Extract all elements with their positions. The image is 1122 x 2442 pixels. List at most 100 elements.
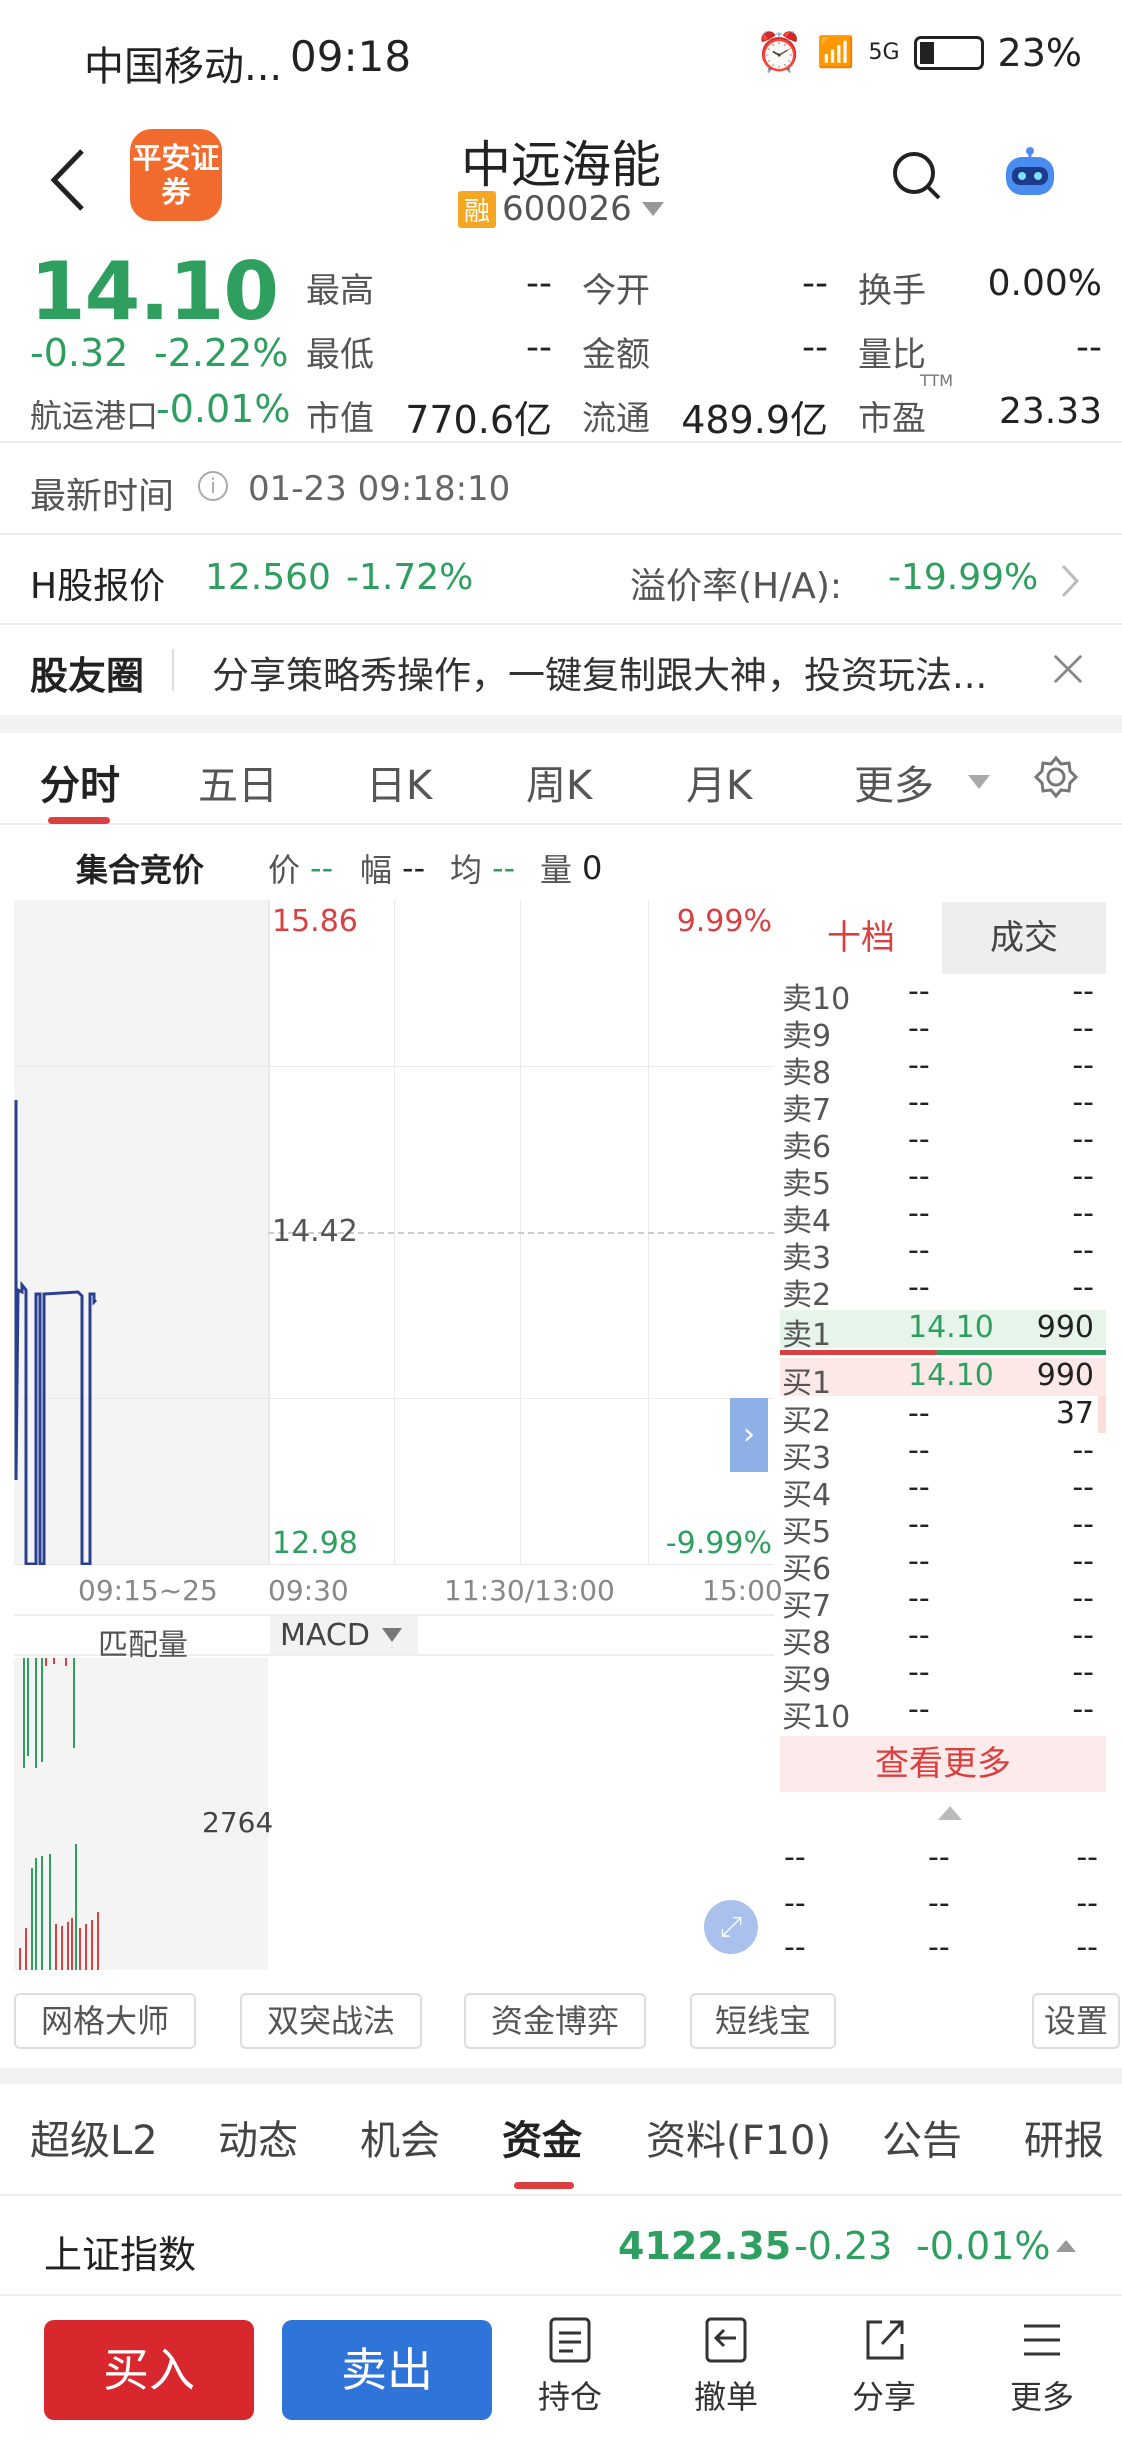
- sell-row-2[interactable]: 卖2 -- --: [780, 1270, 1106, 1313]
- premium-label: 溢价率(H/A):: [630, 566, 843, 607]
- sell-row-3[interactable]: 卖3 -- --: [780, 1233, 1106, 1276]
- sector-label[interactable]: 航运港口: [30, 391, 158, 437]
- tab-research[interactable]: 研报: [1024, 2108, 1104, 2166]
- info-icon[interactable]: i: [198, 471, 228, 501]
- nav-holdings[interactable]: 持仓: [520, 2316, 620, 2436]
- stat-average: 均 --: [450, 849, 516, 889]
- quote-field-low: 最低 --: [306, 327, 552, 375]
- buy-button[interactable]: 买入: [44, 2320, 254, 2420]
- buy-row-10[interactable]: 买10 -- --: [780, 1692, 1106, 1735]
- buy-row-3[interactable]: 买3 -- --: [780, 1433, 1106, 1476]
- robot-assistant-icon[interactable]: [1000, 145, 1060, 201]
- sell-row-1[interactable]: 卖1 14.10 990: [780, 1310, 1106, 1353]
- nav-cancel-order[interactable]: 撤单: [676, 2316, 776, 2436]
- chevron-right-icon: [1061, 564, 1080, 598]
- divider: [172, 649, 174, 691]
- buy-row-5[interactable]: 买5 -- --: [780, 1507, 1106, 1550]
- buy-row-1[interactable]: 买1 14.10 990: [780, 1358, 1106, 1401]
- stat-price: 价 --: [268, 849, 334, 889]
- sell-row-8[interactable]: 卖8 -- --: [780, 1048, 1106, 1091]
- action-bar: 买入 卖出 持仓 撤单 分享 更多: [0, 2296, 1122, 2442]
- trade-row: -- -- --: [784, 1840, 1098, 1875]
- quote-panel: 14.10 -0.32 -2.22% 航运港口 -0.01% 最高 -- 今开 …: [0, 245, 1122, 443]
- quote-field-float-cap: 流通 489.9亿: [582, 398, 828, 442]
- sell-row-5[interactable]: 卖5 -- --: [780, 1159, 1106, 1202]
- stock-code-selector[interactable]: 融 600026: [458, 189, 664, 229]
- tool-capital-game[interactable]: 资金博弈: [464, 1993, 646, 2049]
- quote-field-market-cap: 市值 770.6亿: [306, 398, 552, 442]
- nav-share[interactable]: 分享: [834, 2316, 934, 2436]
- tool-settings[interactable]: 设置: [1032, 1993, 1120, 2049]
- quote-field-pe: 市盈 TTM 23.33: [858, 371, 1102, 439]
- quote-field-high: 最高 --: [306, 263, 552, 311]
- buy-row-8[interactable]: 买8 -- --: [780, 1618, 1106, 1661]
- quote-field-amount: 金额 --: [582, 327, 828, 375]
- tab-daily-k[interactable]: 日K: [366, 753, 432, 811]
- stock-header: 平安证券 中远海能 融 600026: [0, 115, 1122, 245]
- status-icons: ⏰ 📶 5G 23%: [756, 30, 1082, 75]
- tab-more[interactable]: 更多: [854, 753, 934, 811]
- tab-active-indicator: [514, 2182, 574, 2189]
- intraday-chart[interactable]: 15.86 9.99% 14.42 12.98 -9.99% ›: [14, 900, 774, 1565]
- latest-time-value: 01-23 09:18:10: [248, 469, 511, 509]
- index-pct: -0.01%: [916, 2224, 1051, 2268]
- tool-short-line[interactable]: 短线宝: [690, 1993, 836, 2049]
- premium-value: -19.99%: [888, 557, 1039, 598]
- tab-super-l2[interactable]: 超级L2: [30, 2108, 158, 2166]
- sell-row-10[interactable]: 卖10 -- --: [780, 974, 1106, 1017]
- tab-opportunity[interactable]: 机会: [360, 2108, 440, 2166]
- buy-row-2[interactable]: 买2 -- 37: [780, 1396, 1106, 1439]
- expand-orderbook-button[interactable]: ›: [730, 1398, 768, 1472]
- tab-five-day[interactable]: 五日: [198, 753, 278, 811]
- quote-field-open: 今开 --: [582, 263, 828, 311]
- close-icon[interactable]: [1052, 653, 1084, 685]
- fullscreen-icon[interactable]: ⤢: [704, 1900, 758, 1954]
- nav-more[interactable]: 更多: [992, 2316, 1092, 2436]
- trade-row: -- -- --: [784, 1930, 1098, 1965]
- chart-time-axis: 09:15~25 09:30 11:30/13:00 15:00: [78, 1574, 783, 1607]
- index-value: 4122.35: [618, 2224, 792, 2268]
- price-change: -0.32: [30, 331, 129, 375]
- stat-volume: 量0: [540, 849, 603, 889]
- sell-row-6[interactable]: 卖6 -- --: [780, 1122, 1106, 1165]
- alarm-icon: ⏰: [755, 30, 804, 74]
- view-more-button[interactable]: 查看更多: [780, 1736, 1106, 1792]
- settings-gear-icon[interactable]: [1034, 755, 1078, 799]
- tab-news[interactable]: 动态: [218, 2108, 298, 2166]
- search-icon[interactable]: [890, 149, 942, 201]
- spread-divider: [780, 1350, 1106, 1355]
- tab-intraday[interactable]: 分时: [40, 753, 120, 811]
- buy-row-9[interactable]: 买9 -- --: [780, 1655, 1106, 1698]
- h-share-label: H股报价: [30, 566, 166, 607]
- h-share-row[interactable]: H股报价 12.560 -1.72% 溢价率(H/A): -19.99%: [0, 535, 1122, 625]
- sell-row-4[interactable]: 卖4 -- --: [780, 1196, 1106, 1239]
- tab-capital[interactable]: 资金: [502, 2108, 582, 2166]
- sell-button[interactable]: 卖出: [282, 2320, 492, 2420]
- index-ticker[interactable]: 上证指数 4122.35 -0.23 -0.01%: [0, 2200, 1122, 2296]
- trade-row: -- -- --: [784, 1886, 1098, 1921]
- buy-row-7[interactable]: 买7 -- --: [780, 1581, 1106, 1624]
- orderbook-tab-trades[interactable]: 成交: [942, 902, 1106, 974]
- sell-row-7[interactable]: 卖7 -- --: [780, 1085, 1106, 1128]
- chart-stats-row: 集合竞价 价 -- 幅 -- 均 -- 量0: [0, 827, 780, 899]
- section-gap: [0, 2068, 1122, 2084]
- chart-low-pct: -9.99%: [665, 1526, 772, 1561]
- community-row[interactable]: 股友圈 分享策略秀操作，一键复制跟大神，投资玩法...: [0, 625, 1122, 715]
- tab-f10[interactable]: 资料(F10): [646, 2108, 831, 2166]
- tab-weekly-k[interactable]: 周K: [526, 753, 592, 811]
- volume-header: 匹配量 MACD: [14, 1614, 774, 1663]
- price-change-percent: -2.22%: [154, 331, 289, 375]
- sell-row-9[interactable]: 卖9 -- --: [780, 1011, 1106, 1054]
- orderbook-tab-ten[interactable]: 十档: [780, 902, 942, 974]
- clock: 09:18: [290, 32, 412, 81]
- buy-row-6[interactable]: 买6 -- --: [780, 1544, 1106, 1587]
- buy-row-4[interactable]: 买4 -- --: [780, 1470, 1106, 1513]
- tool-double-breakout[interactable]: 双突战法: [240, 1993, 422, 2049]
- tab-announcements[interactable]: 公告: [882, 2108, 962, 2166]
- tab-monthly-k[interactable]: 月K: [686, 753, 752, 811]
- volume-bars: [19, 1658, 99, 1970]
- chevron-up-icon: [1056, 2240, 1076, 2252]
- chart-mid-price: 14.42: [272, 1214, 358, 1249]
- indicator-selector[interactable]: MACD: [270, 1616, 418, 1654]
- tool-grid-master[interactable]: 网格大师: [14, 1993, 196, 2049]
